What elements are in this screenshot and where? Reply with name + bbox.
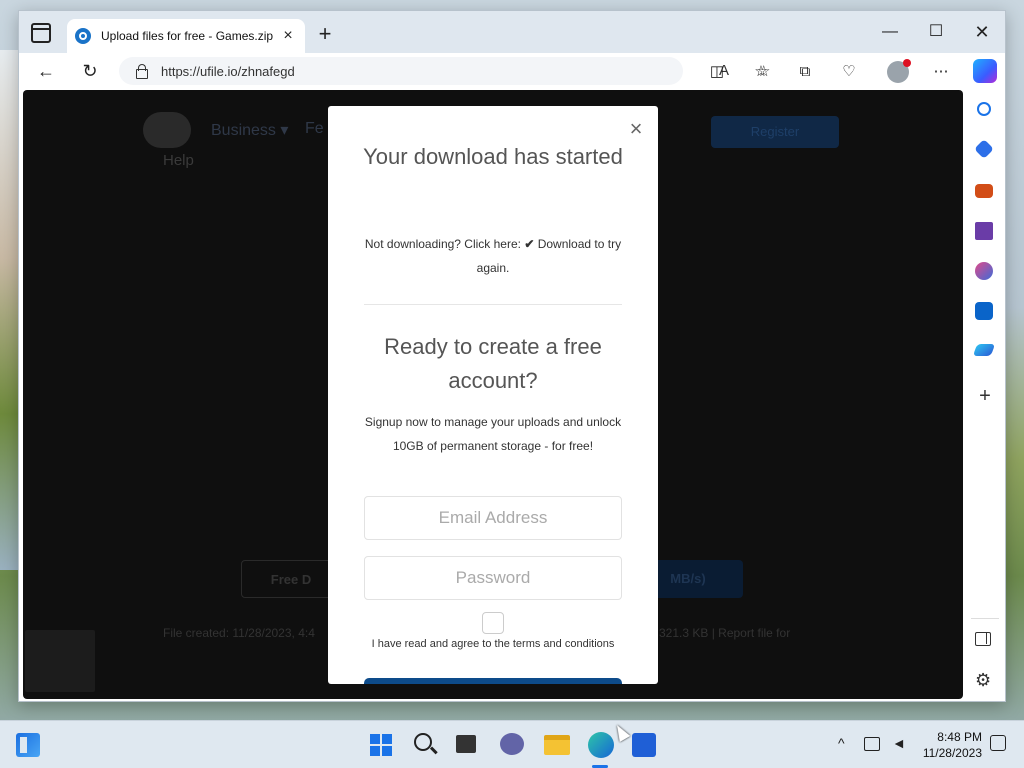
signup-submit-button[interactable] [364,678,622,684]
back-button[interactable]: ← [33,59,59,83]
check-icon[interactable]: ✔ [524,237,534,251]
volume-icon[interactable]: ◄ [892,735,906,751]
bg-file-size-text: 321.3 KB | Report file for [659,626,791,640]
settings-gear-icon[interactable]: ⚙ [975,670,991,691]
not-downloading-text: Not downloading? Click here: ✔ Download … [358,232,628,280]
search-icon[interactable] [977,102,991,116]
bg-nav-business: Business ▾ [211,122,289,139]
hide-sidebar-icon[interactable] [975,632,991,646]
minimize-button[interactable]: — [867,19,913,45]
file-explorer-icon[interactable] [544,735,570,755]
bg-register-button: Register [711,116,839,148]
edge-browser-icon[interactable] [588,732,614,758]
teams-chat-icon[interactable] [500,733,524,755]
download-modal: × Your download has started Not download… [328,106,658,684]
collections-icon[interactable]: ⧉ [795,62,815,82]
reload-button[interactable]: ↻ [77,59,103,83]
modal-title: Your download has started [363,144,623,169]
microsoft-store-icon[interactable] [632,733,656,757]
tab-close-icon[interactable]: × [279,27,297,45]
network-icon[interactable] [864,737,880,751]
shopping-tag-icon[interactable] [974,139,994,159]
lock-icon[interactable] [135,64,148,79]
password-field[interactable] [364,556,622,600]
clock-time: 8:48 PM [937,730,982,744]
bg-nav-features: Fe [305,120,324,137]
drop-icon[interactable] [972,344,996,356]
bg-help-link: Help [163,152,194,169]
close-window-button[interactable]: ✕ [959,19,1005,45]
title-bar: Upload files for free - Games.zip × + — … [19,11,1005,53]
split-screen-icon[interactable]: ◫ [707,62,727,82]
bg-file-created-text: File created: 11/28/2023, 4:4 [163,626,315,640]
windows-taskbar: ^ ◄ 8:48 PM 11/28/2023 [0,720,1024,768]
task-view-icon[interactable] [456,735,476,753]
browser-essentials-icon[interactable]: ♡ [839,62,859,82]
recaptcha-badge [25,630,95,692]
tools-icon[interactable] [975,184,993,198]
url-text: https://ufile.io/zhnafegd [161,63,295,79]
taskbar-search-icon[interactable] [414,733,432,751]
email-field[interactable] [364,496,622,540]
ufile-logo-icon [143,112,191,148]
web-page: Help Business ▾ Fe Register Free D MB/s)… [23,90,963,699]
add-sidebar-app-icon[interactable]: + [975,386,995,406]
outlook-icon[interactable] [975,302,993,320]
modal-divider [364,304,622,305]
sidebar-divider [971,618,999,619]
favorites-icon[interactable]: ☆ [751,62,771,82]
address-bar[interactable]: https://ufile.io/zhnafegd A ☆ [119,57,770,85]
start-button-icon[interactable] [370,734,392,756]
signup-heading: Ready to create a free account? [384,334,602,393]
widgets-icon[interactable] [16,733,40,757]
terms-checkbox[interactable] [482,612,504,634]
bg-free-download-button: Free D [241,560,341,598]
tray-chevron-icon[interactable]: ^ [838,735,845,751]
more-options-icon[interactable]: ⋯ [931,62,951,82]
microsoft-365-icon[interactable] [975,262,993,280]
tab-actions-icon[interactable] [31,23,51,43]
profile-avatar[interactable] [887,59,911,83]
browser-toolbar: ← ↻ https://ufile.io/zhnafegd A ☆ ◫ ☆ ⧉ … [19,53,1005,89]
not-downloading-prefix: Not downloading? Click here: [364,237,525,251]
copilot-icon[interactable] [973,59,997,83]
browser-window: Upload files for free - Games.zip × + — … [18,10,1006,702]
games-icon[interactable] [975,222,993,240]
edge-sidebar: + ⚙ [967,90,1003,699]
tab-title: Upload files for free - Games.zip [101,29,274,43]
clock-date: 11/28/2023 [922,746,982,760]
desktop-icons-partial [0,50,20,570]
terms-label: I have read and agree to the terms and c… [371,638,615,650]
notifications-icon[interactable] [990,735,1006,751]
ufile-favicon-icon [75,28,91,44]
modal-close-icon[interactable]: × [626,116,646,142]
new-tab-button[interactable]: + [313,21,337,47]
system-clock[interactable]: 8:48 PM 11/28/2023 [918,729,982,761]
signup-description: Signup now to manage your uploads and un… [364,415,622,453]
active-tab[interactable]: Upload files for free - Games.zip × [67,19,305,53]
maximize-button[interactable]: ☐ [913,19,959,45]
